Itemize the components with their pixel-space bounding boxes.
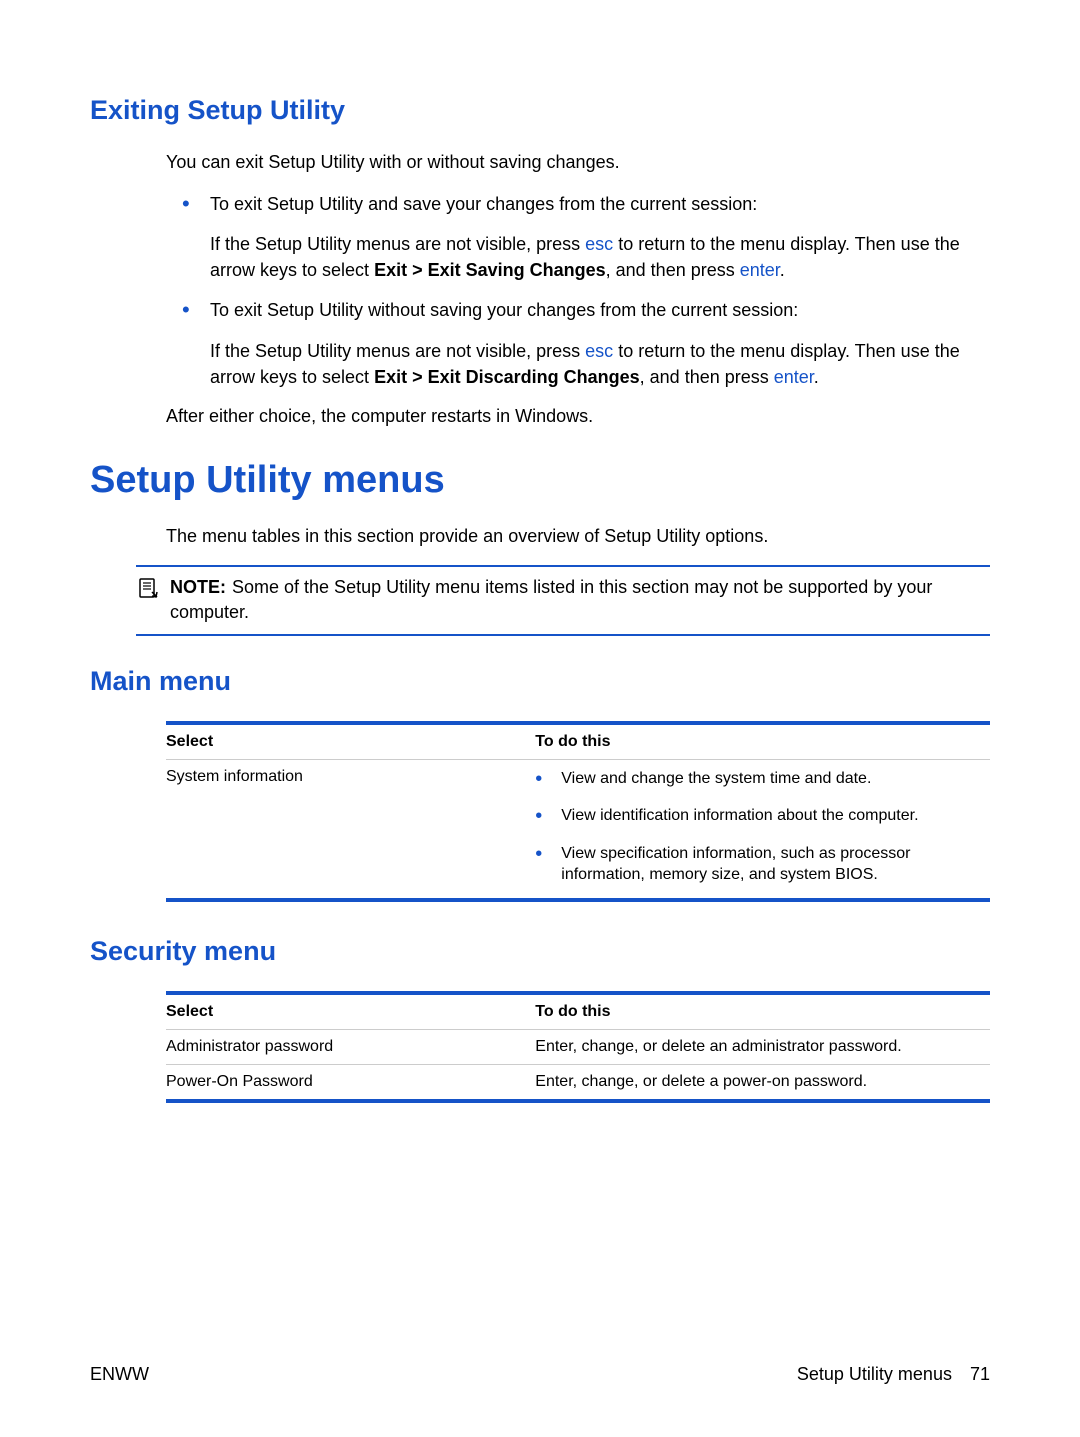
key-esc: esc <box>585 234 613 254</box>
heading-main-menu: Main menu <box>90 666 990 697</box>
intro-paragraph: You can exit Setup Utility with or witho… <box>90 150 990 175</box>
note-icon <box>136 576 160 600</box>
exit-options-list: To exit Setup Utility and save your chan… <box>90 191 990 390</box>
heading-security-menu: Security menu <box>90 936 990 967</box>
heading-exiting-setup-utility: Exiting Setup Utility <box>90 95 990 126</box>
bullet-detail: If the Setup Utility menus are not visib… <box>210 231 990 283</box>
cell-todo: Enter, change, or delete a power-on pass… <box>535 1073 990 1091</box>
heading-setup-utility-menus: Setup Utility menus <box>90 459 990 502</box>
key-esc: esc <box>585 341 613 361</box>
list-item: To exit Setup Utility without saving you… <box>182 297 990 389</box>
footer-section-label: Setup Utility menus <box>797 1364 952 1385</box>
col-header-select: Select <box>166 733 535 751</box>
cell-select: Power-On Password <box>166 1073 535 1091</box>
list-item: View and change the system time and date… <box>535 768 990 790</box>
main-menu-table: Select To do this System information Vie… <box>166 721 990 902</box>
table-row: Power-On Password Enter, change, or dele… <box>166 1064 990 1099</box>
security-menu-table: Select To do this Administrator password… <box>166 991 990 1103</box>
note-box: NOTE:Some of the Setup Utility menu item… <box>136 565 990 635</box>
col-header-todo: To do this <box>535 733 990 751</box>
list-item: To exit Setup Utility and save your chan… <box>182 191 990 283</box>
list-item: View specification information, such as … <box>535 843 990 886</box>
document-page: Exiting Setup Utility You can exit Setup… <box>0 0 1080 1437</box>
table-row: System information View and change the s… <box>166 759 990 898</box>
table-header-row: Select To do this <box>166 995 990 1029</box>
bullet-detail: If the Setup Utility menus are not visib… <box>210 338 990 390</box>
bullet-lead: To exit Setup Utility without saving you… <box>210 300 798 320</box>
cell-todo: View and change the system time and date… <box>535 768 990 890</box>
note-content: NOTE:Some of the Setup Utility menu item… <box>170 575 984 625</box>
key-enter: enter <box>740 260 780 280</box>
col-header-select: Select <box>166 1003 535 1021</box>
page-number: 71 <box>970 1364 990 1385</box>
footer-right: Setup Utility menus 71 <box>797 1364 990 1385</box>
note-label: NOTE: <box>170 577 226 597</box>
key-enter: enter <box>774 367 814 387</box>
menu-path: Exit > Exit Saving Changes <box>374 260 606 280</box>
outro-paragraph: After either choice, the computer restar… <box>90 404 990 429</box>
cell-select: System information <box>166 768 535 890</box>
table-header-row: Select To do this <box>166 725 990 759</box>
menu-path: Exit > Exit Discarding Changes <box>374 367 640 387</box>
table-row: Administrator password Enter, change, or… <box>166 1029 990 1064</box>
page-footer: ENWW Setup Utility menus 71 <box>90 1364 990 1385</box>
bullet-lead: To exit Setup Utility and save your chan… <box>210 194 757 214</box>
col-header-todo: To do this <box>535 1003 990 1021</box>
note-text: Some of the Setup Utility menu items lis… <box>170 577 932 622</box>
cell-bullet-list: View and change the system time and date… <box>535 768 990 886</box>
list-item: View identification information about th… <box>535 805 990 827</box>
cell-todo: Enter, change, or delete an administrato… <box>535 1038 990 1056</box>
section-intro: The menu tables in this section provide … <box>90 524 990 549</box>
footer-left: ENWW <box>90 1364 149 1385</box>
cell-select: Administrator password <box>166 1038 535 1056</box>
